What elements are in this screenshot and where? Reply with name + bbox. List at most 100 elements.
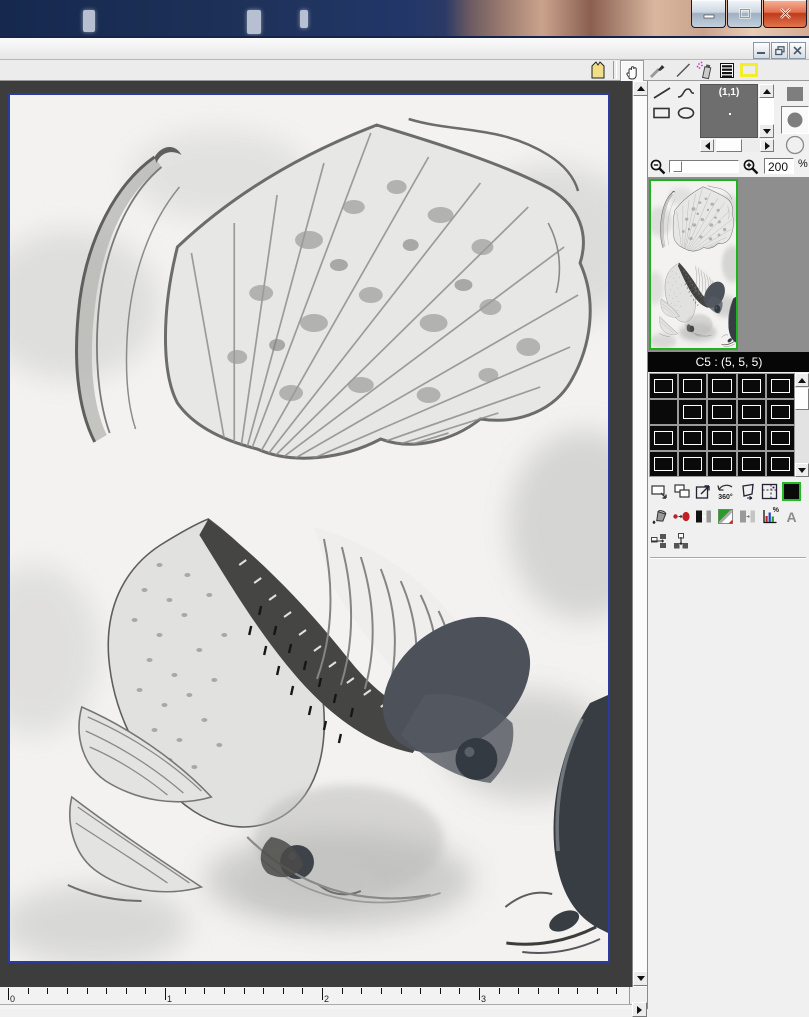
palette-swatch[interactable] xyxy=(650,400,677,424)
arrow-left-icon xyxy=(705,142,710,150)
navigator-thumbnail[interactable] xyxy=(649,179,738,350)
ruler-minor-tick xyxy=(499,988,500,994)
shape-tool-ellipse[interactable] xyxy=(675,105,697,121)
palette-swatch[interactable] xyxy=(738,400,765,424)
preview-scroll-thumb[interactable] xyxy=(716,139,742,152)
scale-button[interactable] xyxy=(694,482,713,501)
fill-button[interactable] xyxy=(650,507,669,526)
navigator-panel xyxy=(648,177,809,352)
arrow-right-icon xyxy=(765,142,770,150)
palette-swatch[interactable] xyxy=(650,374,677,398)
select-button[interactable] xyxy=(650,482,669,501)
palette-swatch[interactable] xyxy=(767,452,794,476)
duplicate-button[interactable] xyxy=(672,482,691,501)
current-color-swatch[interactable] xyxy=(782,482,801,501)
brush-tip-outline-circle[interactable] xyxy=(784,134,806,156)
palette-swatch[interactable] xyxy=(738,426,765,450)
align-vertical-button[interactable] xyxy=(672,532,691,551)
horizontal-scrollbar[interactable] xyxy=(0,1004,632,1009)
preview-scroll-left-button[interactable] xyxy=(700,139,714,152)
ruler-minor-tick xyxy=(47,988,48,994)
navigator-image xyxy=(651,181,736,348)
ruler-minor-tick xyxy=(224,988,225,994)
palette-scrollbar[interactable] xyxy=(795,373,809,477)
align-horizontal-button[interactable] xyxy=(650,532,669,551)
child-close-button[interactable] xyxy=(789,42,806,59)
brush-tool-button[interactable] xyxy=(646,60,668,80)
curve-shape-icon xyxy=(676,86,696,100)
palette-swatch[interactable] xyxy=(679,400,706,424)
main-toolbar xyxy=(0,60,809,81)
window-close-button[interactable] xyxy=(763,0,807,28)
toolbar-separator xyxy=(613,61,617,79)
rotate-360-button[interactable]: 360° xyxy=(716,482,735,501)
zoom-unit-label: % xyxy=(798,158,808,170)
frame-tool-button[interactable] xyxy=(738,60,760,80)
shape-tool-curve[interactable] xyxy=(675,85,697,101)
tone-adjust-button[interactable] xyxy=(672,507,691,526)
zoom-value-field[interactable]: 200 xyxy=(764,158,794,174)
scroll-down-button[interactable] xyxy=(633,971,648,986)
zoom-slider-thumb[interactable] xyxy=(673,161,682,172)
palette-swatch[interactable] xyxy=(679,374,706,398)
palette-swatch[interactable] xyxy=(708,374,735,398)
arrow-down-icon xyxy=(763,129,771,134)
mask-tool-button[interactable] xyxy=(587,60,609,80)
child-minimize-button[interactable] xyxy=(753,42,770,59)
ruler-minor-tick xyxy=(145,988,146,994)
fill-bucket-icon xyxy=(650,507,669,526)
contrast-gray-button[interactable] xyxy=(738,507,757,526)
window-minimize-button[interactable] xyxy=(691,0,726,28)
contrast-bw-button[interactable] xyxy=(694,507,713,526)
list-tool-button[interactable] xyxy=(716,60,738,80)
histogram-button[interactable]: % xyxy=(760,507,779,526)
palette-swatch[interactable] xyxy=(650,426,677,450)
palette-swatch[interactable] xyxy=(767,374,794,398)
palette-section xyxy=(648,372,809,478)
brush-tip-filled-circle[interactable] xyxy=(781,106,809,134)
palette-swatch[interactable] xyxy=(679,452,706,476)
canvas-vertical-scrollbar[interactable] xyxy=(632,81,647,987)
airbrush-tool-button[interactable] xyxy=(694,60,716,80)
palette-swatch[interactable] xyxy=(738,374,765,398)
swatch-frame xyxy=(771,457,790,471)
text-tool-button[interactable]: A xyxy=(782,507,801,526)
canvas-image[interactable] xyxy=(8,93,610,963)
preview-horizontal-scrollbar[interactable] xyxy=(700,139,774,152)
palette-swatch[interactable] xyxy=(708,452,735,476)
shape-tool-line[interactable] xyxy=(651,85,673,101)
palette-swatch[interactable] xyxy=(708,400,735,424)
palette-swatch[interactable] xyxy=(738,452,765,476)
palette-scroll-up-button[interactable] xyxy=(795,373,809,387)
palette-swatch[interactable] xyxy=(650,452,677,476)
palette-swatch[interactable] xyxy=(708,426,735,450)
paint-mode-button[interactable] xyxy=(716,507,735,526)
palette-scroll-thumb[interactable] xyxy=(795,388,809,410)
filled-circle-tip-icon xyxy=(786,111,804,129)
hand-tool-button[interactable] xyxy=(620,60,644,82)
palette-swatch[interactable] xyxy=(679,426,706,450)
child-restore-button[interactable] xyxy=(771,42,788,59)
tone-adjust-icon xyxy=(672,507,691,526)
shape-tool-rectangle[interactable] xyxy=(651,105,673,121)
select-icon xyxy=(650,482,669,501)
preview-vertical-scrollbar[interactable] xyxy=(759,84,774,138)
palette-scroll-down-button[interactable] xyxy=(795,463,809,477)
line-tool-button[interactable] xyxy=(672,60,694,80)
brush-preview[interactable]: (1,1) xyxy=(700,84,758,138)
preview-scroll-down-button[interactable] xyxy=(759,124,774,138)
swatch-frame xyxy=(712,405,731,419)
scroll-right-button[interactable] xyxy=(632,1002,647,1017)
canvas-area[interactable] xyxy=(0,81,632,987)
preview-scroll-up-button[interactable] xyxy=(759,84,774,98)
zoom-slider[interactable] xyxy=(669,160,739,173)
preview-scroll-right-button[interactable] xyxy=(760,139,774,152)
palette-swatch[interactable] xyxy=(767,400,794,424)
outline-circle-tip-icon xyxy=(785,135,805,155)
brush-tip-square[interactable] xyxy=(784,84,806,104)
scroll-up-button[interactable] xyxy=(633,81,648,96)
split-canvas-button[interactable] xyxy=(760,482,779,501)
skew-button[interactable] xyxy=(738,482,757,501)
window-maximize-button[interactable] xyxy=(727,0,762,28)
palette-swatch[interactable] xyxy=(767,426,794,450)
